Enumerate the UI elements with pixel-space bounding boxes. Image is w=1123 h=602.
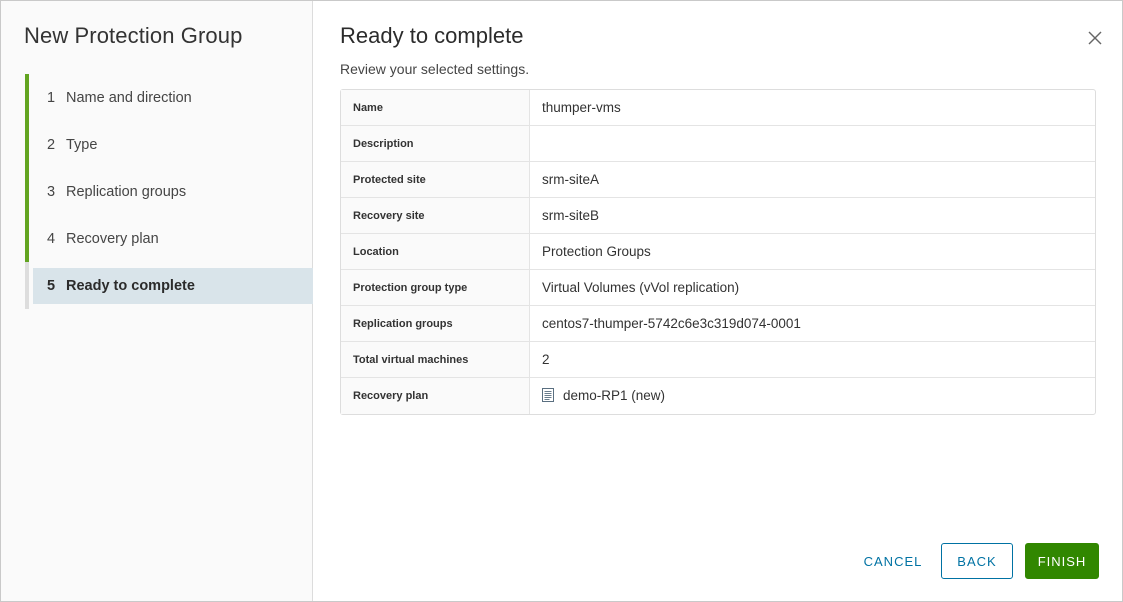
back-button[interactable]: BACK [941,543,1013,579]
close-button[interactable] [1086,29,1104,47]
table-row: Protected site srm-siteA [341,162,1095,198]
summary-key: Description [341,126,530,162]
step-label: Name and direction [66,89,192,106]
table-row: Location Protection Groups [341,234,1095,270]
step-number: 3 [47,183,56,200]
wizard-step-ready-to-complete[interactable]: 5 Ready to complete [25,262,313,309]
wizard-step-replication-groups[interactable]: 3 Replication groups [25,168,313,215]
summary-value: thumper-vms [530,90,1095,126]
wizard-steps: 1 Name and direction 2 Type 3 Replicatio… [25,74,313,309]
step-label: Type [66,136,98,153]
summary-key: Name [341,90,530,126]
close-icon [1088,31,1102,45]
step-label: Ready to complete [66,277,195,294]
wizard-sidebar: New Protection Group 1 Name and directio… [1,1,313,601]
table-row: Name thumper-vms [341,90,1095,126]
table-row: Protection group type Virtual Volumes (v… [341,270,1095,306]
wizard-main: Ready to complete Review your selected s… [313,1,1122,601]
new-protection-group-dialog: New Protection Group 1 Name and directio… [0,0,1123,602]
wizard-step-name-and-direction[interactable]: 1 Name and direction [25,74,313,121]
finish-button[interactable]: FINISH [1025,543,1099,579]
step-number: 5 [47,277,56,294]
cancel-button[interactable]: CANCEL [853,543,933,579]
step-label: Recovery plan [66,230,159,247]
summary-key: Total virtual machines [341,342,530,378]
summary-value: 2 [530,342,1095,378]
table-row: Recovery site srm-siteB [341,198,1095,234]
summary-value: Virtual Volumes (vVol replication) [530,270,1095,306]
summary-key: Recovery site [341,198,530,234]
recovery-plan-name: demo-RP1 (new) [563,387,666,403]
summary-value: srm-siteA [530,162,1095,198]
settings-summary-table: Name thumper-vms Description Protected s… [340,89,1096,415]
table-row: Total virtual machines 2 [341,342,1095,378]
step-number: 4 [47,230,56,247]
summary-value-recovery-plan: demo-RP1 (new) [530,378,1095,414]
summary-value: Protection Groups [530,234,1095,270]
summary-key: Protection group type [341,270,530,306]
summary-key: Location [341,234,530,270]
wizard-step-recovery-plan[interactable]: 4 Recovery plan [25,215,313,262]
wizard-step-type[interactable]: 2 Type [25,121,313,168]
wizard-title: New Protection Group [24,23,243,48]
table-row: Description [341,126,1095,162]
summary-key: Protected site [341,162,530,198]
recovery-plan-icon [542,387,554,405]
summary-value: srm-siteB [530,198,1095,234]
step-number: 2 [47,136,56,153]
page-subtitle: Review your selected settings. [340,61,530,77]
summary-key: Replication groups [341,306,530,342]
table-row: Recovery plan demo-RP1 (new) [341,378,1095,414]
step-label: Replication groups [66,183,187,200]
summary-value: centos7-thumper-5742c6e3c319d074-0001 [530,306,1095,342]
page-title: Ready to complete [340,23,524,48]
table-row: Replication groups centos7-thumper-5742c… [341,306,1095,342]
summary-value [530,126,1095,162]
step-number: 1 [47,89,56,106]
summary-key: Recovery plan [341,378,530,414]
